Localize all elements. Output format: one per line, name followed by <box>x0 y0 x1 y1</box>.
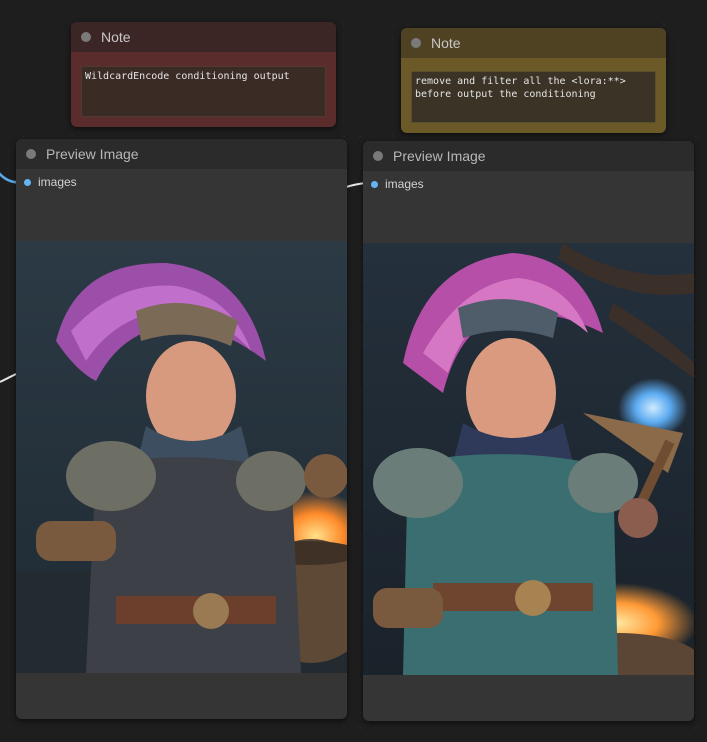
preview-image[interactable] <box>16 241 347 673</box>
note-node-header[interactable]: Note <box>71 22 336 52</box>
slot-label: images <box>38 175 77 189</box>
node-graph-canvas[interactable]: Note WildcardEncode conditioning output … <box>0 0 707 742</box>
preview-node-header[interactable]: Preview Image <box>363 141 694 171</box>
status-dot-icon[interactable] <box>81 32 91 42</box>
note-node-title: Note <box>101 29 131 45</box>
images-input-slot[interactable]: images <box>24 175 77 189</box>
wire-white-left <box>0 373 17 383</box>
preview-node-title: Preview Image <box>393 148 486 164</box>
character-illustration-1 <box>16 241 347 673</box>
character-illustration-2 <box>363 243 694 675</box>
preview-node-header[interactable]: Preview Image <box>16 139 347 169</box>
note-node-lora-filter[interactable]: Note remove and filter all the <lora:**>… <box>401 28 666 133</box>
note-node-wildcard[interactable]: Note WildcardEncode conditioning output <box>71 22 336 127</box>
note-text-area[interactable]: WildcardEncode conditioning output <box>81 66 326 117</box>
status-dot-icon[interactable] <box>26 149 36 159</box>
preview-image-node-1[interactable]: Preview Image images <box>16 139 347 719</box>
images-input-slot[interactable]: images <box>371 177 424 191</box>
note-text-area[interactable]: remove and filter all the <lora:**> befo… <box>411 71 656 123</box>
status-dot-icon[interactable] <box>373 151 383 161</box>
note-node-title: Note <box>431 35 461 51</box>
note-node-header[interactable]: Note <box>401 28 666 58</box>
input-slot-icon[interactable] <box>24 178 31 186</box>
preview-image[interactable] <box>363 243 694 675</box>
preview-image-node-2[interactable]: Preview Image images <box>363 141 694 721</box>
preview-node-title: Preview Image <box>46 146 139 162</box>
slot-label: images <box>385 177 424 191</box>
status-dot-icon[interactable] <box>411 38 421 48</box>
input-slot-icon[interactable] <box>371 180 378 188</box>
